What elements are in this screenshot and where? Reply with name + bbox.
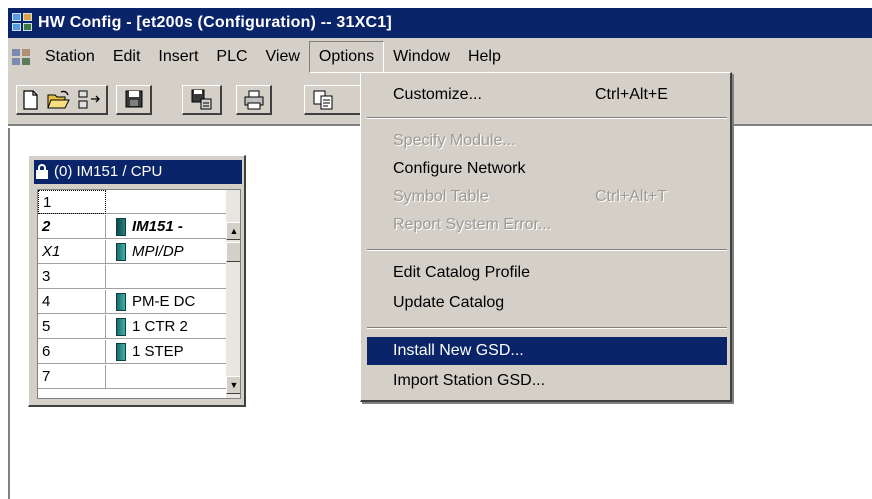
rack-slot-number: 3 [38, 265, 106, 289]
rack-row[interactable]: 1 [38, 190, 226, 214]
menu-plc[interactable]: PLC [207, 42, 256, 72]
menu-separator [367, 117, 727, 119]
save-icon [125, 90, 143, 108]
rack-module: PM-E DC [106, 290, 226, 314]
triangle-down-icon: ▼ [229, 380, 239, 390]
rack-module: 1 CTR 2 [106, 315, 226, 339]
rack-slot-number: 1 [38, 190, 106, 214]
rack-icon [36, 164, 50, 180]
rack-row[interactable]: 6 1 STEP [38, 340, 226, 364]
menu-item-label: Import Station GSD... [393, 372, 546, 389]
rack-module-label: PM-E DC [132, 293, 196, 310]
menu-item-label: Configure Network [393, 160, 526, 177]
menu-view[interactable]: View [257, 42, 309, 72]
rack-slot-number: 2 [38, 215, 106, 239]
download-icon[interactable] [77, 90, 103, 110]
rack-module-label: MPI/DP [132, 243, 184, 260]
menu-item-customize[interactable]: Customize... Ctrl+Alt+E [367, 81, 727, 109]
rack-slot-number: X1 [38, 240, 106, 264]
menu-item-report-system-error[interactable]: Report System Error... [367, 211, 727, 239]
menu-item-update-catalog[interactable]: Update Catalog [367, 289, 727, 317]
menu-insert[interactable]: Insert [149, 42, 207, 72]
menu-item-label: Edit Catalog Profile [393, 264, 530, 281]
rack-module [106, 265, 226, 289]
open-icon[interactable] [47, 90, 71, 110]
menu-item-shortcut: Ctrl+Alt+E [595, 86, 668, 103]
rack-row[interactable]: 7 [38, 365, 226, 389]
menu-item-label: Install New GSD... [393, 342, 524, 359]
title-bar: HW Config - [et200s (Configuration) -- 3… [8, 8, 872, 38]
menu-help[interactable]: Help [459, 42, 510, 72]
rack-row[interactable]: X1 MPI/DP [38, 240, 226, 264]
rack-module: MPI/DP [106, 240, 226, 264]
rack-slot-number: 6 [38, 340, 106, 364]
print-button[interactable] [236, 85, 272, 115]
rack-slot-number: 4 [38, 290, 106, 314]
menu-options[interactable]: Options [308, 41, 385, 73]
scroll-down-button[interactable]: ▼ [226, 376, 240, 394]
rack-scrollbar[interactable]: ▲ ▼ [226, 190, 240, 398]
menu-item-install-new-gsd[interactable]: Install New GSD... [367, 337, 727, 365]
rack-row[interactable]: 5 1 CTR 2 [38, 315, 226, 339]
scroll-thumb[interactable] [226, 242, 240, 262]
rack-slot-table: 1 2 IM151 - X1 MPI/DP 3 4 PM-E DC 5 1 CT… [37, 189, 241, 399]
rack-module: IM151 - [106, 215, 226, 239]
step-module-icon [116, 343, 126, 361]
menu-bar: Station Edit Insert PLC View Options Win… [8, 38, 872, 76]
cpu-module-icon [116, 218, 126, 236]
menu-item-configure-network[interactable]: Configure Network [367, 155, 727, 183]
counter-module-icon [116, 318, 126, 336]
menu-station[interactable]: Station [36, 42, 104, 72]
rack-window[interactable]: (0) IM151 / CPU 1 2 IM151 - X1 MPI/DP 3 … [28, 155, 246, 407]
copy-icon [313, 90, 333, 110]
rack-slot-number: 7 [38, 365, 106, 389]
options-menu: Customize... Ctrl+Alt+E Specify Module..… [360, 72, 732, 402]
rack-module [106, 190, 226, 214]
power-module-icon [116, 293, 126, 311]
save-compile-icon [191, 89, 212, 110]
save-compile-button[interactable] [182, 85, 222, 115]
triangle-up-icon: ▲ [229, 226, 239, 236]
menu-item-label: Update Catalog [393, 294, 505, 311]
rack-title-bar[interactable]: (0) IM151 / CPU [34, 160, 242, 184]
menu-separator [367, 327, 727, 329]
hw-config-app-icon[interactable] [12, 13, 34, 33]
rack-module-label: 1 CTR 2 [132, 318, 188, 335]
menu-item-specify-module[interactable]: Specify Module... [367, 127, 727, 155]
interface-module-icon [116, 243, 126, 261]
menu-item-label: Report System Error... [393, 216, 552, 233]
menu-item-edit-catalog-profile[interactable]: Edit Catalog Profile [367, 259, 727, 287]
menu-item-symbol-table[interactable]: Symbol Table Ctrl+Alt+T [367, 183, 727, 211]
menu-item-label: Symbol Table [393, 188, 489, 205]
rack-title: (0) IM151 / CPU [54, 163, 163, 180]
save-button[interactable] [116, 85, 152, 115]
menu-window[interactable]: Window [384, 42, 459, 72]
rack-slot-number: 5 [38, 315, 106, 339]
rack-module [106, 365, 226, 389]
scroll-up-button[interactable]: ▲ [226, 222, 240, 240]
print-icon [244, 90, 264, 110]
menu-item-label: Specify Module... [393, 132, 516, 149]
rack-row[interactable]: 3 [38, 265, 226, 289]
menu-separator [367, 249, 727, 251]
rack-row[interactable]: 4 PM-E DC [38, 290, 226, 314]
menu-item-label: Customize... [393, 86, 482, 103]
file-button-group [16, 85, 108, 115]
window-title: HW Config - [et200s (Configuration) -- 3… [38, 14, 392, 31]
copy-button[interactable] [304, 85, 364, 115]
rack-module-label: IM151 - [132, 218, 183, 235]
menu-edit[interactable]: Edit [104, 42, 150, 72]
menu-item-shortcut: Ctrl+Alt+T [595, 188, 668, 205]
menu-item-import-station-gsd[interactable]: Import Station GSD... [367, 367, 727, 395]
rack-row[interactable]: 2 IM151 - [38, 215, 226, 239]
rack-module-label: 1 STEP [132, 343, 184, 360]
document-system-menu-icon[interactable] [12, 48, 34, 66]
rack-module: 1 STEP [106, 340, 226, 364]
new-icon[interactable] [22, 90, 40, 110]
